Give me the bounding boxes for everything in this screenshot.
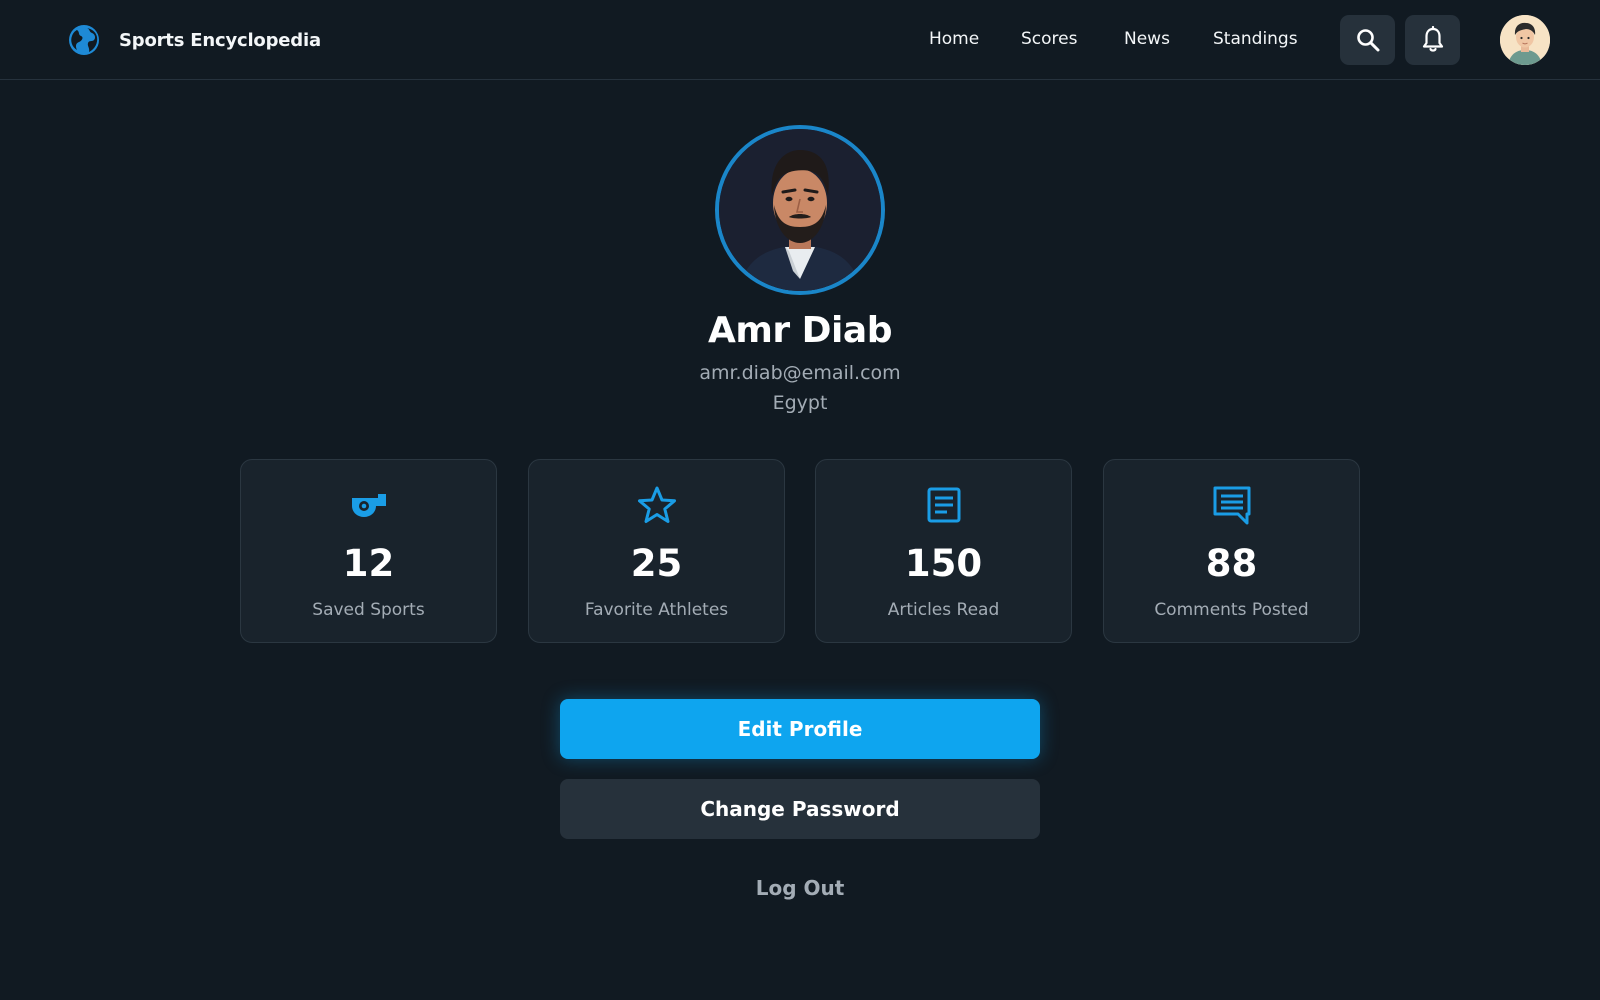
stat-value: 150: [904, 542, 983, 585]
stat-value: 25: [630, 542, 683, 585]
search-button[interactable]: [1340, 15, 1395, 65]
stat-card-comments-posted[interactable]: 88 Comments Posted: [1103, 459, 1360, 643]
profile-name: Amr Diab: [708, 310, 892, 351]
profile-email: amr.diab@email.com: [699, 362, 901, 384]
user-avatar[interactable]: [1500, 15, 1550, 65]
stat-label: Favorite Athletes: [584, 600, 729, 620]
nav-standings[interactable]: Standings: [1213, 29, 1298, 49]
avatar-illustration: [1500, 15, 1550, 65]
profile-country: Egypt: [772, 392, 828, 414]
stat-label: Saved Sports: [312, 600, 425, 620]
top-navigation-bar: Sports Encyclopedia Home Scores News Sta…: [0, 0, 1600, 80]
stat-card-articles-read[interactable]: 150 Articles Read: [815, 459, 1072, 643]
stat-label: Comments Posted: [1154, 600, 1309, 620]
stat-card-favorite-athletes[interactable]: 25 Favorite Athletes: [528, 459, 785, 643]
stat-card-saved-sports[interactable]: 12 Saved Sports: [240, 459, 497, 643]
whistle-icon: [352, 494, 386, 517]
notifications-button[interactable]: [1405, 15, 1460, 65]
change-password-button[interactable]: Change Password: [560, 779, 1040, 839]
star-icon: [638, 486, 676, 523]
profile-photo: [715, 125, 885, 295]
stat-value: 88: [1205, 542, 1258, 585]
article-icon: [927, 487, 961, 523]
profile-portrait: [719, 129, 881, 291]
nav-news[interactable]: News: [1124, 29, 1170, 49]
stat-value: 12: [342, 542, 395, 585]
nav-home[interactable]: Home: [929, 29, 979, 49]
comment-icon: [1213, 486, 1251, 525]
nav-scores[interactable]: Scores: [1021, 29, 1077, 49]
bell-icon: [1422, 26, 1443, 52]
edit-profile-button[interactable]: Edit Profile: [560, 699, 1040, 759]
log-out-link[interactable]: Log Out: [700, 876, 900, 900]
search-icon: [1356, 29, 1379, 52]
stat-label: Articles Read: [887, 600, 1000, 620]
